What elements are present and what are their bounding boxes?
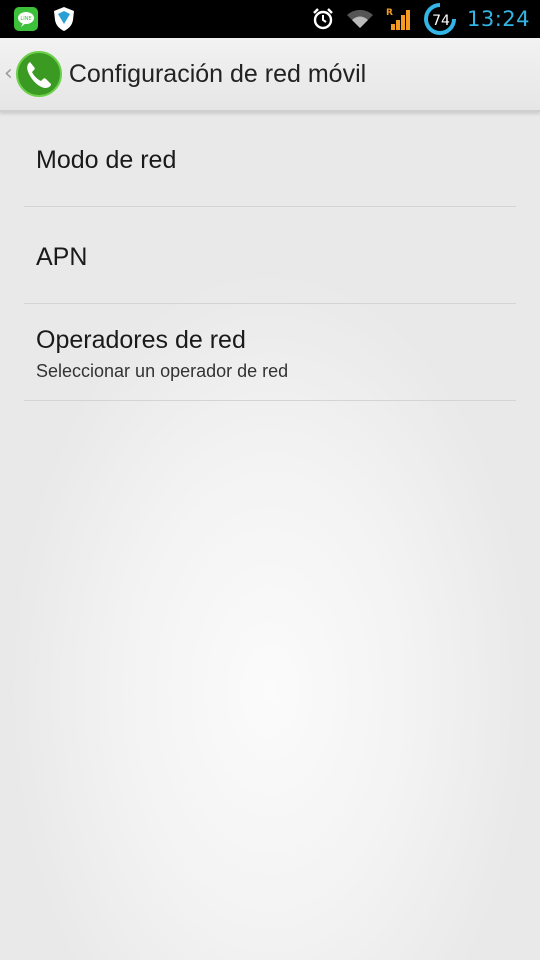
back-caret-icon: ‹ [4,61,13,86]
shield-app-icon [52,6,76,32]
signal-icon: R [385,7,413,31]
setting-apn[interactable]: APN [24,207,516,304]
line-app-icon: LINE [14,7,38,31]
svg-text:LINE: LINE [20,16,31,22]
action-bar: ‹ Configuración de red móvil [0,38,540,112]
up-navigation-button[interactable]: ‹ [0,38,69,110]
wifi-icon [345,8,375,30]
setting-network-operators[interactable]: Operadores de red Seleccionar un operado… [24,304,516,401]
clock: 13:24 [466,7,530,31]
alarm-icon [311,7,335,31]
phone-app-icon [15,50,63,98]
status-bar: LINE R 74 13:24 [0,0,540,38]
setting-summary: Seleccionar un operador de red [36,361,289,381]
setting-title: Operadores de red [36,326,246,354]
settings-list: Modo de red APN Operadores de red Selecc… [24,112,516,401]
battery-icon: 74 [423,2,457,36]
roaming-indicator: R [386,8,393,18]
setting-title: Modo de red [36,146,177,174]
setting-network-mode[interactable]: Modo de red [24,112,516,207]
page-title: Configuración de red móvil [68,59,367,88]
notification-icons: LINE [0,6,76,32]
setting-title: APN [36,243,88,271]
battery-level: 74 [432,13,450,29]
system-indicators: R 74 13:24 [311,2,540,36]
